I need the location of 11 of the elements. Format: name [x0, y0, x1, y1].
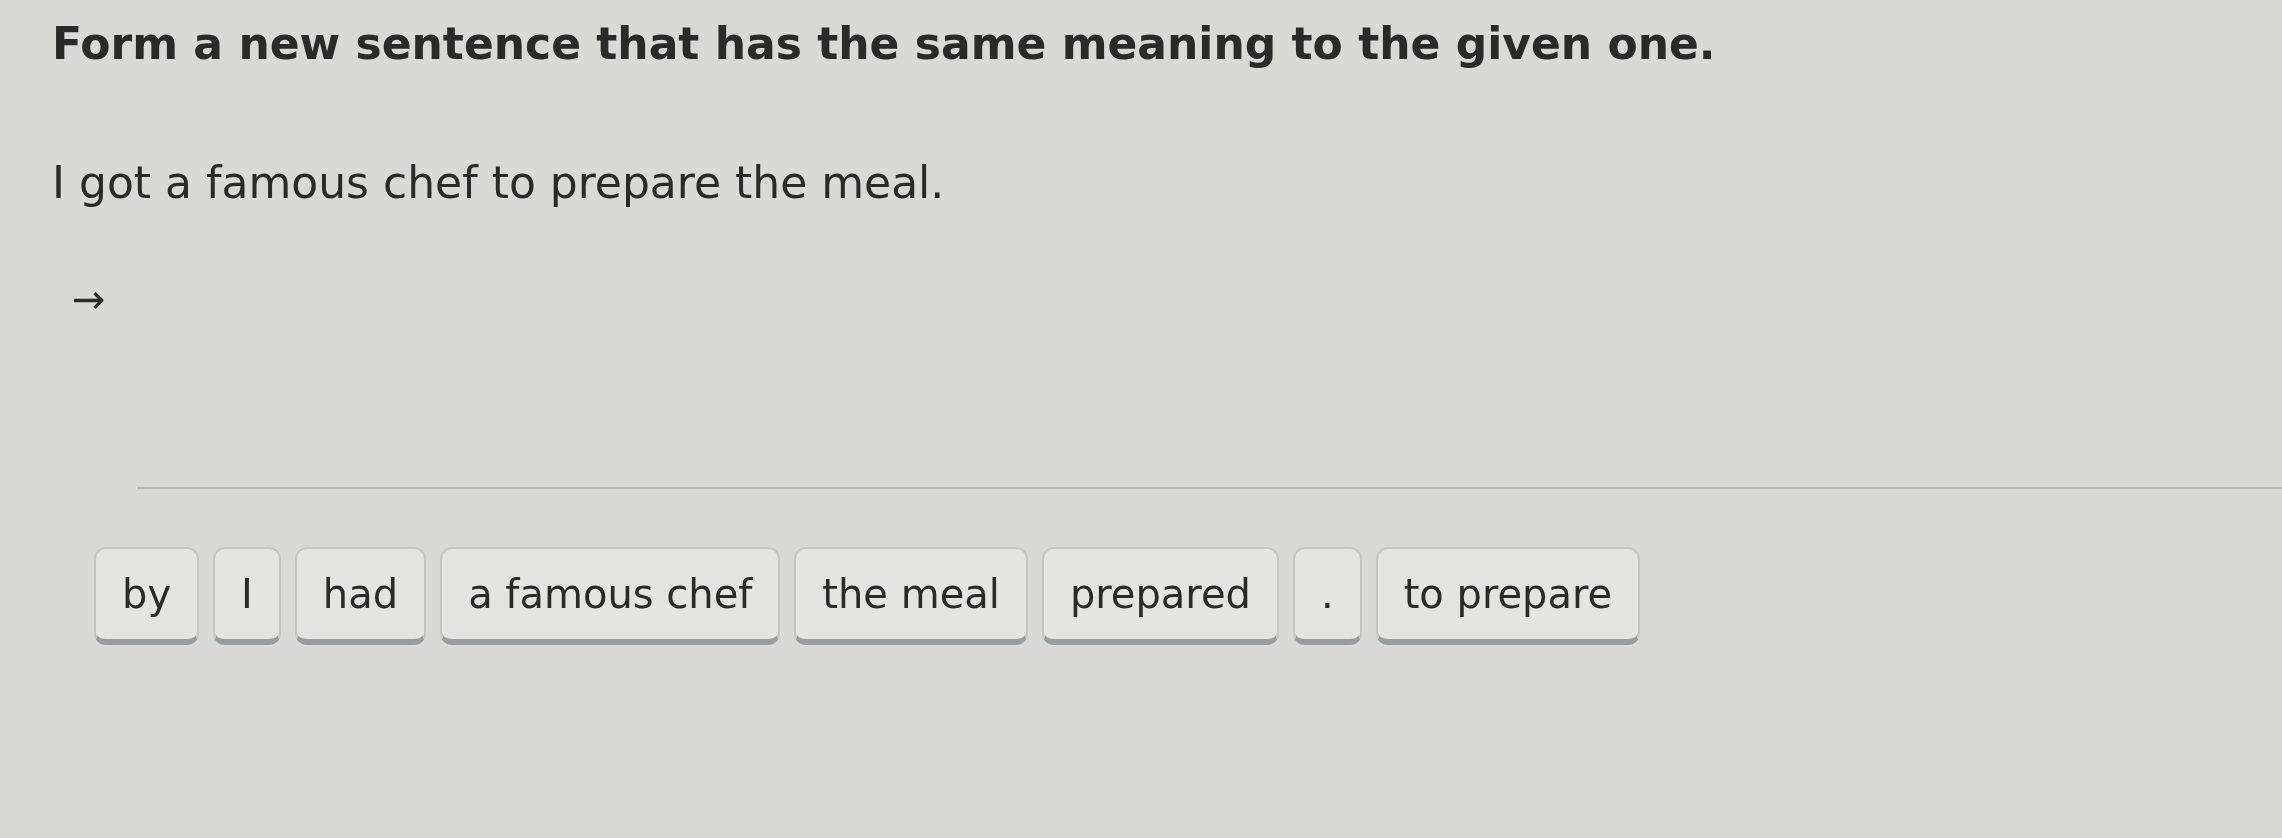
word-tile[interactable]: a famous chef [440, 547, 781, 645]
word-tile[interactable]: prepared [1041, 547, 1279, 645]
word-tile[interactable]: had [294, 547, 427, 645]
answer-arrow: → [72, 276, 106, 322]
instruction-text: Form a new sentence that has the same meaning to the given one. [52, 18, 1717, 69]
word-tile[interactable]: I [213, 547, 281, 645]
word-tile[interactable]: by [94, 547, 200, 645]
word-tile[interactable]: the meal [794, 547, 1028, 645]
word-tile[interactable]: to prepare [1375, 547, 1641, 645]
given-sentence: I got a famous chef to prepare the meal. [52, 157, 946, 208]
word-tile[interactable]: . [1292, 547, 1362, 645]
